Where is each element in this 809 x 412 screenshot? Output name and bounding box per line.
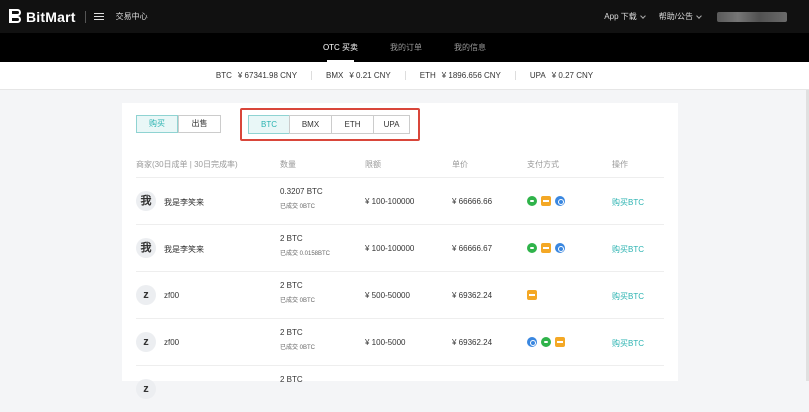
- header-merchant: 商家(30日成单 | 30日完成率): [136, 160, 238, 169]
- header-quantity: 数量: [280, 160, 296, 169]
- avatar: 我: [136, 238, 156, 258]
- coin-tab-bmx[interactable]: BMX: [289, 115, 332, 134]
- unit-price: ¥ 69362.24: [452, 338, 493, 347]
- price-ticker: BTC ¥ 67341.98 CNY BMX ¥ 0.21 CNY ETH ¥ 189…: [0, 62, 809, 90]
- alipay-icon: [555, 243, 565, 253]
- buy-toggle-button[interactable]: 购买: [136, 115, 178, 133]
- ticker-item-upa: UPA ¥ 0.27 CNY: [514, 71, 607, 80]
- buy-btc-link[interactable]: 购买BTC: [612, 338, 644, 349]
- table-row: 我我是李笑来 0.3207 BTC 已成交 0BTC ¥ 100-100000 ¥ 66…: [136, 177, 664, 224]
- traded-amount: 已成交 0BTC: [280, 204, 316, 210]
- otc-listing-panel: 购买 出售 BTC BMX ETH UPA 商家(30日成单 | 30日完成率)…: [122, 103, 678, 399]
- alipay-icon: [527, 337, 537, 347]
- buy-btc-link[interactable]: 购买BTC: [612, 244, 644, 255]
- header-limit: 限额: [365, 160, 381, 169]
- ticker-item-bmx: BMX ¥ 0.21 CNY: [311, 71, 405, 80]
- table-row: z zf00 2 BTC 已成交 0BTC ¥ 500-50000 ¥ 69362.24 购…: [136, 271, 664, 318]
- coin-tab-btc[interactable]: BTC: [248, 115, 290, 134]
- payment-methods: [527, 196, 565, 206]
- quantity-value: 2 BTC: [280, 234, 303, 243]
- bank-card-icon: [541, 243, 551, 253]
- ticker-price: ¥ 1896.656 CNY: [441, 71, 501, 80]
- ticker-symbol: BMX: [326, 71, 344, 80]
- quantity-value: 2 BTC: [280, 375, 303, 384]
- traded-amount: 已成交 0BTC: [280, 345, 316, 351]
- table-row: z zf00 2 BTC 已成交 0BTC ¥ 100-5000 ¥ 69362.24 购买…: [136, 318, 664, 365]
- traded-amount: 已成交 0BTC: [280, 298, 316, 304]
- ticker-item-eth: ETH ¥ 1896.656 CNY: [404, 71, 515, 80]
- trade-center-link[interactable]: 交易中心: [116, 11, 148, 22]
- coin-tab-upa[interactable]: UPA: [373, 115, 410, 134]
- chevron-down-icon: [696, 12, 702, 19]
- sell-toggle-button[interactable]: 出售: [178, 115, 221, 133]
- table-row: z 2 BTC: [136, 365, 664, 412]
- limit-value: ¥ 100-100000: [365, 244, 415, 253]
- merchant-name[interactable]: 我是李笑来: [164, 197, 204, 208]
- limit-value: ¥ 500-50000: [365, 291, 410, 300]
- avatar: z: [136, 379, 156, 399]
- unit-price: ¥ 66666.67: [452, 244, 493, 253]
- payment-methods: [527, 243, 565, 253]
- ticker-symbol: UPA: [529, 71, 546, 80]
- header-action: 操作: [612, 160, 628, 169]
- unit-price: ¥ 69362.24: [452, 291, 493, 300]
- app-download-label: App 下载: [604, 12, 637, 21]
- ticker-price: ¥ 0.21 CNY: [349, 71, 391, 80]
- alipay-icon: [555, 196, 565, 206]
- limit-value: ¥ 100-100000: [365, 197, 415, 206]
- header-payment: 支付方式: [527, 160, 559, 169]
- buy-btc-link[interactable]: 购买BTC: [612, 197, 644, 208]
- help-menu[interactable]: 帮助/公告: [658, 11, 702, 22]
- tab-my-orders[interactable]: 我的订单: [390, 33, 422, 62]
- merchant-name[interactable]: 我是李笑来: [164, 244, 204, 255]
- merchant-name[interactable]: zf00: [164, 338, 179, 347]
- traded-amount: 已成交 0.0158BTC: [280, 251, 331, 257]
- bank-card-icon: [527, 290, 537, 300]
- unit-price: ¥ 66666.66: [452, 197, 493, 206]
- wechat-pay-icon: [527, 196, 537, 206]
- ticker-symbol: BTC: [215, 71, 232, 80]
- top-navigation-bar: BitMart 交易中心 App 下载 帮助/公告: [0, 0, 809, 33]
- tab-my-info[interactable]: 我的信息: [454, 33, 486, 62]
- ticker-price: ¥ 0.27 CNY: [551, 71, 594, 80]
- bank-card-icon: [555, 337, 565, 347]
- ticker-price: ¥ 67341.98 CNY: [237, 71, 298, 80]
- app-download-menu[interactable]: App 下载: [604, 11, 646, 22]
- bank-card-icon: [541, 196, 551, 206]
- avatar: z: [136, 332, 156, 352]
- limit-value: ¥ 100-5000: [365, 338, 406, 347]
- chevron-down-icon: [639, 12, 646, 19]
- help-label: 帮助/公告: [658, 12, 693, 21]
- user-account-menu[interactable]: [717, 11, 787, 22]
- wechat-pay-icon: [527, 243, 537, 253]
- otc-subnav: OTC 买卖 我的订单 我的信息: [0, 33, 809, 62]
- buy-btc-link[interactable]: 购买BTC: [612, 291, 644, 302]
- hamburger-menu-icon[interactable]: [93, 12, 104, 21]
- bitmart-logo[interactable]: BitMart: [9, 8, 76, 25]
- divider: [84, 10, 86, 23]
- quantity-value: 0.3207 BTC: [280, 187, 323, 196]
- payment-methods: [527, 337, 565, 347]
- ticker-item-btc: BTC ¥ 67341.98 CNY: [202, 71, 311, 80]
- coin-tab-eth[interactable]: ETH: [331, 115, 374, 134]
- wechat-pay-icon: [541, 337, 551, 347]
- ticker-symbol: ETH: [419, 71, 436, 80]
- avatar: 我: [136, 191, 156, 211]
- avatar: z: [136, 285, 156, 305]
- table-row: 我我是李笑来 2 BTC 已成交 0.0158BTC ¥ 100-100000 ¥ 66…: [136, 224, 664, 271]
- quantity-value: 2 BTC: [280, 281, 303, 290]
- bitmart-logo-icon: [9, 8, 22, 25]
- payment-methods: [527, 290, 537, 300]
- logo-text: BitMart: [26, 8, 76, 25]
- quantity-value: 2 BTC: [280, 328, 303, 337]
- merchant-name[interactable]: zf00: [164, 291, 179, 300]
- tab-otc-trade[interactable]: OTC 买卖: [323, 33, 358, 62]
- header-price: 单价: [452, 160, 468, 169]
